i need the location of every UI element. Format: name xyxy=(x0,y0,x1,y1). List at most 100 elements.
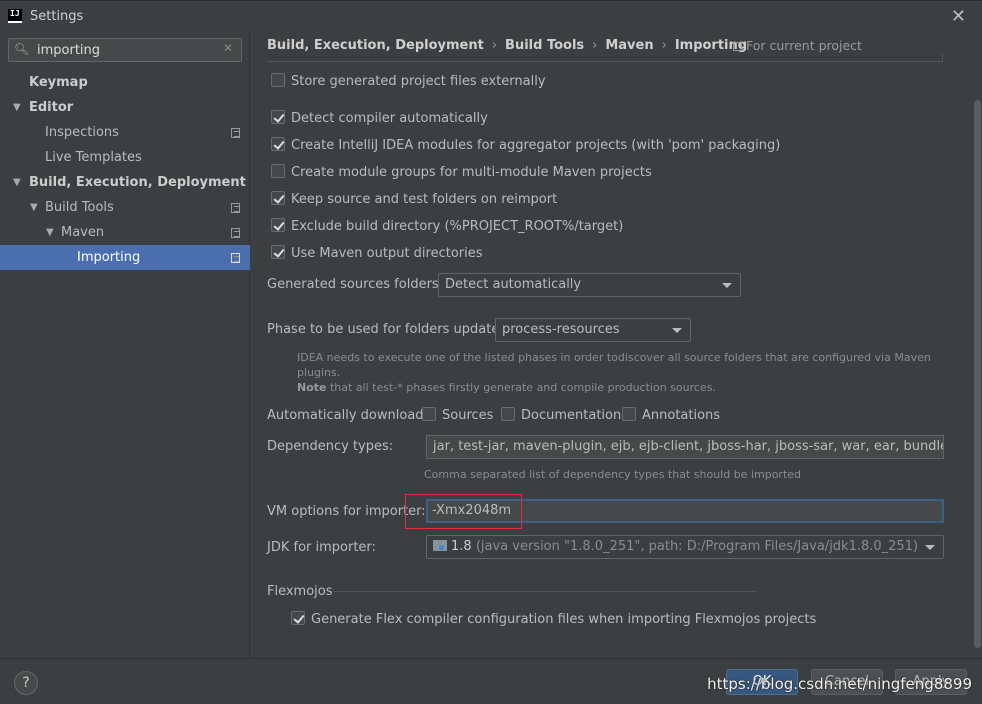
annotations-checkbox[interactable] xyxy=(622,407,636,421)
window-title: Settings xyxy=(30,9,84,24)
flexmojos-checkbox[interactable] xyxy=(291,611,305,625)
expand-arrow-icon[interactable]: ▼ xyxy=(46,220,54,245)
vm-options-label: VM options for importer: xyxy=(267,504,426,519)
module-groups-checkbox[interactable] xyxy=(271,164,285,178)
aggregator-modules-checkbox[interactable] xyxy=(271,137,285,151)
project-scope-icon xyxy=(231,203,240,213)
sidebar-item-maven[interactable]: ▼ Maven xyxy=(0,220,250,245)
phase-hint: IDEA needs to execute one of the listed … xyxy=(297,350,957,395)
sources-checkbox-row[interactable]: Sources xyxy=(422,407,493,427)
project-scope-icon xyxy=(231,253,240,263)
checkbox-label: Create module groups for multi-module Ma… xyxy=(291,165,652,180)
breadcrumb: Build, Execution, Deployment › Build Tools… xyxy=(267,38,747,58)
sidebar-item-label: Importing xyxy=(77,250,141,265)
detect-compiler-checkbox[interactable] xyxy=(271,110,285,124)
jdk-folder-icon xyxy=(433,540,447,551)
expand-arrow-icon[interactable]: ▼ xyxy=(30,195,38,220)
sources-checkbox[interactable] xyxy=(422,407,436,421)
checkbox-label: Documentation xyxy=(521,408,622,423)
settings-search[interactable]: 🔍︎ ✕ xyxy=(8,38,242,62)
jdk-label: JDK for importer: xyxy=(267,540,376,555)
expand-arrow-icon[interactable]: ▼ xyxy=(13,170,21,195)
store-external-checkbox[interactable] xyxy=(271,73,285,87)
title-bar: IJ Settings ✕ xyxy=(0,0,982,32)
breadcrumb-item[interactable]: Maven xyxy=(605,38,653,53)
close-icon[interactable]: ✕ xyxy=(951,6,966,27)
note-label: Note xyxy=(297,381,327,394)
sidebar-item-label: Build, Execution, Deployment xyxy=(29,175,246,190)
breadcrumb-separator-icon: › xyxy=(592,38,598,53)
sidebar-item-label: Keymap xyxy=(29,75,88,90)
generated-sources-select[interactable]: Detect automatically xyxy=(438,273,741,297)
dropdown-arrow-icon xyxy=(722,283,732,288)
maven-output-dirs-checkbox[interactable] xyxy=(271,245,285,259)
detect-compiler-checkbox-row[interactable]: Detect compiler automatically xyxy=(271,110,488,130)
jdk-select[interactable]: 1.8 (java version "1.8.0_251", path: D:/… xyxy=(426,535,944,559)
sidebar-item-label: Editor xyxy=(29,100,74,115)
annotations-checkbox-row[interactable]: Annotations xyxy=(622,407,720,427)
documentation-checkbox[interactable] xyxy=(501,407,515,421)
store-external-checkbox-row[interactable]: Store generated project files externally xyxy=(271,73,546,93)
header-divider xyxy=(267,61,943,62)
flexmojos-checkbox-row[interactable]: Generate Flex compiler configuration fil… xyxy=(291,611,816,631)
sidebar-item-live-templates[interactable]: Live Templates xyxy=(0,145,250,170)
flexmojos-group-title: Flexmojos xyxy=(267,584,333,599)
dialog-footer: ? OK Cancel Apply https://blog.csdn.net/… xyxy=(0,658,982,704)
project-scope-icon xyxy=(231,228,240,238)
checkbox-label: Annotations xyxy=(642,408,721,423)
dependency-types-label: Dependency types: xyxy=(267,439,394,454)
checkbox-label: Detect compiler automatically xyxy=(291,111,488,126)
phase-select[interactable]: process-resources xyxy=(495,318,691,342)
sidebar-item-keymap[interactable]: Keymap xyxy=(0,70,250,95)
sidebar-item-build-tools[interactable]: ▼ Build Tools xyxy=(0,195,250,220)
clear-search-icon[interactable]: ✕ xyxy=(223,41,233,55)
checkbox-label: Sources xyxy=(442,408,494,423)
search-icon: 🔍︎ xyxy=(14,42,30,56)
exclude-build-dir-checkbox[interactable] xyxy=(271,218,285,232)
sidebar-item-inspections[interactable]: Inspections xyxy=(0,120,250,145)
jdk-detail: (java version "1.8.0_251", path: D:/Prog… xyxy=(471,539,919,554)
sidebar-item-label: Inspections xyxy=(45,125,119,140)
breadcrumb-separator-icon: › xyxy=(661,38,667,53)
aggregator-modules-checkbox-row[interactable]: Create IntelliJ IDEA modules for aggrega… xyxy=(271,137,780,157)
exclude-build-dir-checkbox-row[interactable]: Exclude build directory (%PROJECT_ROOT%/… xyxy=(271,218,623,238)
scrollbar-thumb[interactable] xyxy=(974,100,981,648)
module-groups-checkbox-row[interactable]: Create module groups for multi-module Ma… xyxy=(271,164,652,184)
search-input[interactable] xyxy=(37,42,217,58)
checkbox-label: Keep source and test folders on reimport xyxy=(291,192,558,207)
sidebar-item-importing[interactable]: Importing xyxy=(0,245,250,270)
dropdown-arrow-icon xyxy=(925,545,935,550)
settings-content: Build, Execution, Deployment › Build Tools… xyxy=(251,32,982,658)
dependency-types-hint: Comma separated list of dependency types… xyxy=(424,468,802,481)
auto-download-label: Automatically download: xyxy=(267,408,428,423)
jdk-version: 1.8 xyxy=(451,539,472,554)
sidebar-item-label: Maven xyxy=(61,225,105,240)
settings-sidebar: 🔍︎ ✕ Keymap ▼ Editor Inspections Live Te… xyxy=(0,32,250,658)
sidebar-item-build-execution-deployment[interactable]: ▼ Build, Execution, Deployment xyxy=(0,170,250,195)
documentation-checkbox-row[interactable]: Documentation xyxy=(501,407,621,427)
header-divider-cap xyxy=(941,54,943,62)
sidebar-item-editor[interactable]: ▼ Editor xyxy=(0,95,250,120)
highlight-annotation-box xyxy=(405,494,522,529)
breadcrumb-item[interactable]: Build Tools xyxy=(505,38,584,53)
maven-output-dirs-checkbox-row[interactable]: Use Maven output directories xyxy=(271,245,483,265)
checkbox-label: Exclude build directory (%PROJECT_ROOT%/… xyxy=(291,219,624,234)
watermark-text: https://blog.csdn.net/ningfeng8899 xyxy=(707,675,972,693)
breadcrumb-item[interactable]: Build, Execution, Deployment xyxy=(267,38,484,53)
checkbox-label: Store generated project files externally xyxy=(291,74,546,89)
sidebar-item-label: Live Templates xyxy=(45,150,142,165)
note-text: that all test-* phases firstly generate … xyxy=(326,381,716,394)
dependency-types-input[interactable]: jar, test-jar, maven-plugin, ejb, ejb-cl… xyxy=(426,435,944,459)
expand-arrow-icon[interactable]: ▼ xyxy=(13,95,21,120)
breadcrumb-separator-icon: › xyxy=(491,38,498,53)
keep-folders-checkbox[interactable] xyxy=(271,191,285,205)
help-button[interactable]: ? xyxy=(14,671,38,695)
vertical-scrollbar[interactable] xyxy=(972,100,982,658)
checkbox-label: Use Maven output directories xyxy=(291,246,483,261)
keep-folders-checkbox-row[interactable]: Keep source and test folders on reimport xyxy=(271,191,557,211)
scope-text: For current project xyxy=(746,38,862,53)
select-value: process-resources xyxy=(502,322,620,337)
intellij-logo-icon: IJ xyxy=(8,9,22,23)
sidebar-item-label: Build Tools xyxy=(45,200,114,215)
checkbox-label: Create IntelliJ IDEA modules for aggrega… xyxy=(291,138,781,153)
